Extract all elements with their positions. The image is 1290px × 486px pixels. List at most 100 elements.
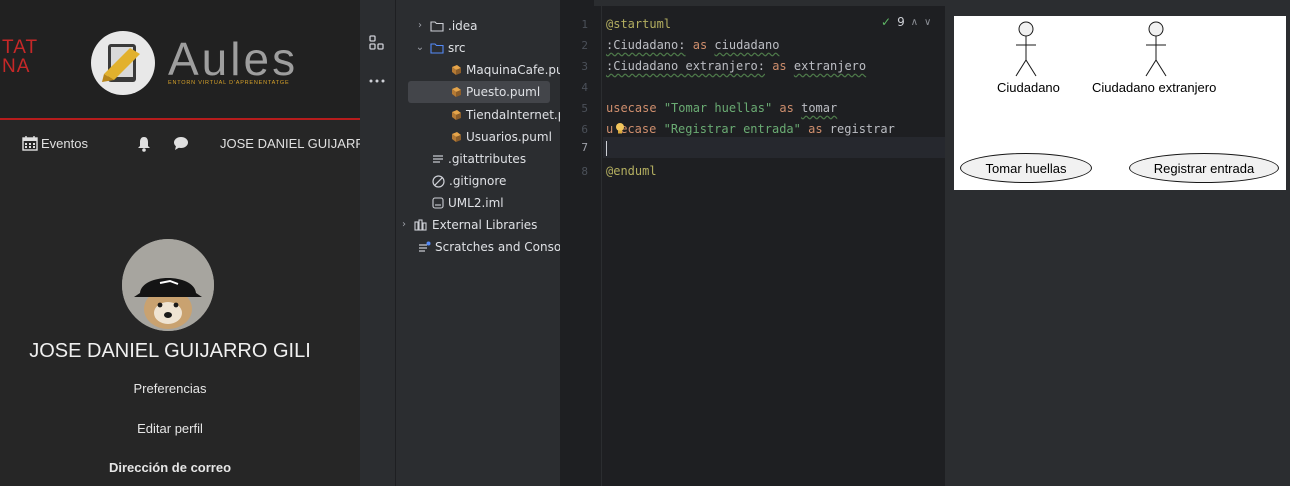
brand-subtitle: ENTORN VIRTUAL D'APRENENTATGE — [168, 80, 290, 86]
code-line-8: @enduml — [606, 164, 657, 178]
brand-name: Aules — [168, 33, 299, 85]
calendar-icon — [22, 136, 38, 151]
tree-item-gitignore[interactable]: .gitignore — [432, 170, 506, 192]
code-line-6: u ecase "Registrar entrada" as registrar — [606, 122, 895, 136]
chevron-up-icon[interactable]: ∧ — [911, 17, 918, 28]
text-file-icon — [433, 155, 443, 163]
code-token: as — [808, 122, 823, 136]
code-editor[interactable]: 1 2 3 4 5 6 7 8 @startuml :Ciudadano: as… — [560, 0, 945, 486]
line-number: 6 — [581, 123, 588, 136]
tree-item-label: UML2.iml — [448, 196, 504, 210]
tree-item-usuarios[interactable]: Usuarios.puml — [450, 126, 552, 148]
module-file-icon — [432, 197, 444, 209]
puml-file-icon — [452, 132, 461, 142]
chevron-right-icon[interactable]: › — [398, 214, 410, 236]
usecase-registrar-entrada[interactable]: Registrar entrada — [1129, 153, 1279, 183]
structure-icon[interactable] — [368, 34, 386, 52]
line-number: 3 — [581, 60, 588, 73]
code-token: ciudadano — [714, 38, 780, 52]
tree-item-label: Scratches and Consol — [435, 240, 560, 254]
code-token: tomar — [801, 101, 838, 115]
actor-label-extranjero: Ciudadano extranjero — [1092, 80, 1217, 95]
aules-header: TAT NA Aules ENTORN VIRTUAL D'APRENENTAT… — [0, 0, 360, 120]
puml-file-icon — [452, 65, 461, 75]
lightbulb-icon[interactable] — [615, 122, 625, 135]
events-link[interactable]: Eventos — [22, 136, 88, 151]
tree-item-tiendainternet[interactable]: TiendaInternet.p — [450, 104, 560, 126]
ignore-file-icon — [432, 174, 445, 188]
aules-logo-icon[interactable] — [90, 30, 156, 96]
code-token: extranjero — [793, 59, 867, 73]
edit-profile-link[interactable]: Editar perfil — [0, 421, 340, 436]
code-token: :Ciudadano: — [606, 38, 686, 52]
university-text-1: TAT — [2, 37, 39, 58]
aules-navbar: Eventos JOSE DANIEL GUIJARRO — [0, 122, 360, 170]
line-number-current: 7 — [581, 141, 588, 154]
tree-item-uml2-iml[interactable]: UML2.iml — [432, 192, 504, 214]
preferences-link[interactable]: Preferencias — [0, 381, 340, 396]
code-line-1: @startuml — [606, 17, 671, 31]
chat-icon[interactable] — [173, 136, 189, 151]
code-token: as — [772, 59, 787, 73]
code-line-5: usecase "Tomar huellas" as tomar — [606, 101, 837, 115]
code-token: "Tomar huellas" — [663, 101, 773, 115]
code-token: u — [606, 122, 614, 136]
bell-icon[interactable] — [137, 136, 151, 152]
profile-full-name: JOSE DANIEL GUIJARRO GILI — [29, 340, 311, 362]
university-text-2: NA — [2, 56, 31, 77]
line-number-gutter: 1 2 3 4 5 6 7 8 — [560, 0, 602, 486]
avatar[interactable] — [122, 239, 214, 331]
check-icon: ✓ — [881, 15, 892, 29]
tree-item-idea[interactable]: › .idea — [414, 15, 478, 37]
project-tree: › .idea ⌄ src MaquinaCafe.pu Puesto.puml… — [396, 0, 560, 486]
editor-tab-strip-edge — [594, 0, 945, 6]
chevron-down-icon[interactable]: ⌄ — [414, 37, 426, 59]
inspection-count: 9 — [897, 15, 905, 29]
inspection-widget[interactable]: ✓ 9 ∧ ∨ — [881, 15, 931, 29]
tree-item-label: src — [448, 41, 466, 55]
code-line-3: :Ciudadano extranjero: as extranjero — [606, 59, 866, 73]
email-address-link[interactable]: Dirección de correo — [0, 460, 340, 475]
tree-item-puesto[interactable]: Puesto.puml — [408, 81, 550, 103]
tree-item-label: .gitignore — [449, 174, 507, 188]
tree-item-label: MaquinaCafe.pu — [466, 63, 560, 77]
code-token: as — [779, 101, 794, 115]
text-caret — [606, 141, 607, 156]
tree-item-src[interactable]: ⌄ src — [414, 37, 466, 59]
tree-item-gitattributes[interactable]: .gitattributes — [432, 148, 526, 170]
code-token: "Registrar entrada" — [663, 122, 801, 136]
tree-item-scratches[interactable]: Scratches and Consol — [418, 236, 560, 258]
code-token: @enduml — [606, 164, 657, 178]
folder-icon — [430, 21, 444, 32]
tree-item-label: Puesto.puml — [466, 85, 541, 99]
source-folder-icon — [430, 43, 444, 54]
more-options-icon[interactable] — [368, 72, 386, 90]
code-token: @startuml — [606, 17, 672, 31]
tree-item-label: TiendaInternet.p — [466, 108, 560, 122]
libraries-icon — [414, 219, 427, 231]
actor-label-ciudadano: Ciudadano — [997, 80, 1060, 95]
line-number: 4 — [581, 81, 588, 94]
user-menu[interactable]: JOSE DANIEL GUIJARRO — [220, 136, 360, 151]
tree-item-external-libraries[interactable]: › External Libraries — [398, 214, 537, 236]
puml-file-icon — [452, 87, 461, 97]
scratches-icon — [419, 241, 431, 252]
chevron-right-icon[interactable]: › — [414, 15, 426, 37]
code-token: as — [692, 38, 708, 52]
aules-browser-panel: TAT NA Aules ENTORN VIRTUAL D'APRENENTAT… — [0, 0, 360, 486]
code-token: usecase — [606, 101, 657, 115]
tree-item-maquinacafe[interactable]: MaquinaCafe.pu — [450, 59, 560, 81]
current-line-highlight — [603, 137, 945, 158]
tree-item-label: .gitattributes — [448, 152, 527, 166]
usecase-tomar-huellas[interactable]: Tomar huellas — [960, 153, 1092, 183]
uml-diagram-preview[interactable]: Ciudadano Ciudadano extranjero Tomar hue… — [954, 16, 1286, 190]
university-logo-fragment[interactable]: TAT NA — [2, 38, 38, 76]
code-token: ecase — [620, 122, 657, 136]
tree-item-label: Usuarios.puml — [466, 130, 552, 144]
line-number: 1 — [581, 18, 588, 31]
line-number: 8 — [581, 165, 588, 178]
line-number: 2 — [581, 39, 588, 52]
events-label: Eventos — [41, 136, 88, 151]
code-line-2: :Ciudadano: as ciudadano — [606, 38, 779, 52]
chevron-down-icon[interactable]: ∨ — [924, 17, 931, 28]
